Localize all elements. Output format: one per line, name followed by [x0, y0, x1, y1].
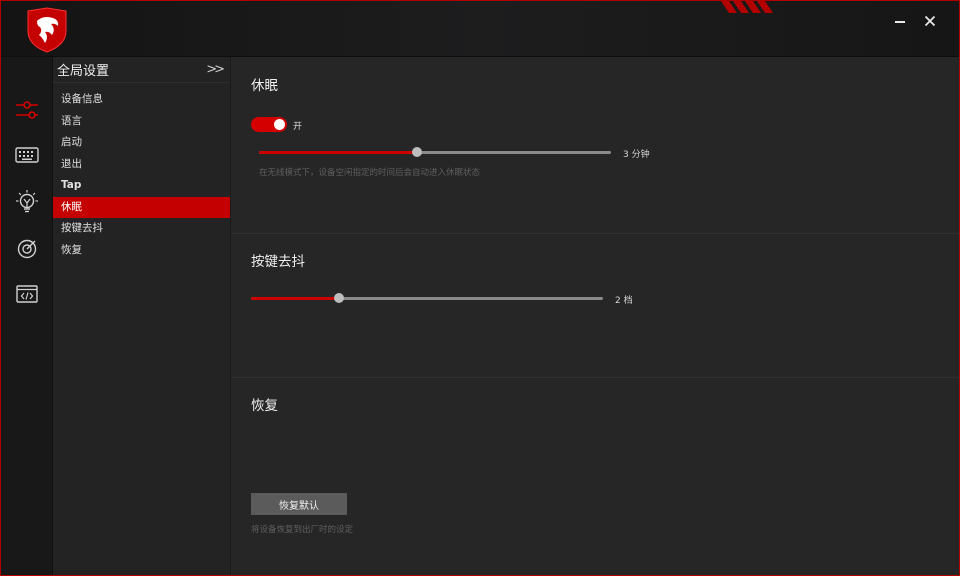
menu-item-sleep[interactable]: 休眠 [53, 196, 230, 218]
restore-defaults-button[interactable]: 恢复默认 [251, 493, 347, 515]
sleep-hint: 在无线模式下，设备空闲指定的时间后会自动进入休眠状态 [259, 168, 481, 178]
slider-thumb[interactable] [334, 293, 344, 303]
submenu-title: 全局设置 [57, 64, 110, 79]
decorative-stripes-icon [721, 1, 773, 13]
sleep-title: 休眠 [251, 78, 278, 94]
rail-item-keyboard[interactable] [9, 138, 45, 172]
keyboard-icon [15, 147, 39, 163]
menu-item-language[interactable]: 语言 [53, 111, 230, 133]
settings-submenu: 全局设置 >> 设备信息 语言 启动 退出 Tap 休眠 按键去抖 恢复 [53, 57, 231, 575]
minimize-icon [895, 21, 905, 23]
sleep-value-label: 3 分钟 [623, 150, 650, 160]
debounce-title: 按键去抖 [251, 254, 305, 270]
menu-item-debounce[interactable]: 按键去抖 [53, 218, 230, 240]
rail-item-macro[interactable] [9, 277, 45, 311]
debounce-section: 按键去抖 2 档 [231, 234, 959, 378]
menu-item-device-info[interactable]: 设备信息 [53, 89, 230, 111]
sleep-toggle[interactable] [251, 117, 287, 132]
minimize-button[interactable] [889, 11, 911, 31]
slider-fill [251, 297, 339, 300]
restore-hint: 将设备恢复到出厂时的设定 [251, 525, 354, 535]
msi-dragon-logo-icon [27, 7, 67, 53]
target-icon [17, 239, 37, 259]
title-bar [1, 1, 959, 57]
sleep-toggle-label: 开 [293, 122, 303, 132]
icon-rail [1, 57, 53, 575]
restore-section: 恢复 恢复默认 将设备恢复到出厂时的设定 [231, 378, 959, 575]
submenu-list: 设备信息 语言 启动 退出 Tap 休眠 按键去抖 恢复 [53, 83, 230, 261]
rail-item-global-settings[interactable] [9, 93, 45, 127]
menu-item-tap[interactable]: Tap [53, 175, 230, 197]
app-window: 全局设置 >> 设备信息 语言 启动 退出 Tap 休眠 按键去抖 恢复 休眠 … [0, 0, 960, 576]
close-icon [924, 15, 936, 27]
debounce-value-label: 2 档 [615, 296, 633, 306]
debounce-slider[interactable] [251, 291, 603, 305]
restore-title: 恢复 [251, 398, 278, 414]
slider-fill [259, 151, 418, 154]
submenu-header: 全局设置 >> [53, 57, 230, 83]
collapse-chevron-icon[interactable]: >> [206, 62, 225, 77]
menu-item-startup[interactable]: 启动 [53, 132, 230, 154]
code-window-icon [16, 285, 38, 303]
menu-item-restore[interactable]: 恢复 [53, 240, 230, 262]
slider-thumb[interactable] [412, 147, 423, 157]
sleep-time-slider[interactable] [259, 145, 611, 159]
sleep-section: 休眠 开 3 分钟 在无线模式下，设备空闲指定的时间后会自动进入休眠状态 [231, 57, 959, 234]
rail-item-lighting[interactable] [9, 185, 45, 219]
menu-item-exit[interactable]: 退出 [53, 154, 230, 176]
main-panel: 休眠 开 3 分钟 在无线模式下，设备空闲指定的时间后会自动进入休眠状态 按键去… [231, 57, 959, 575]
rail-item-target[interactable] [9, 232, 45, 266]
lightbulb-icon [16, 190, 38, 213]
close-button[interactable] [919, 11, 941, 31]
sliders-icon [16, 101, 38, 119]
